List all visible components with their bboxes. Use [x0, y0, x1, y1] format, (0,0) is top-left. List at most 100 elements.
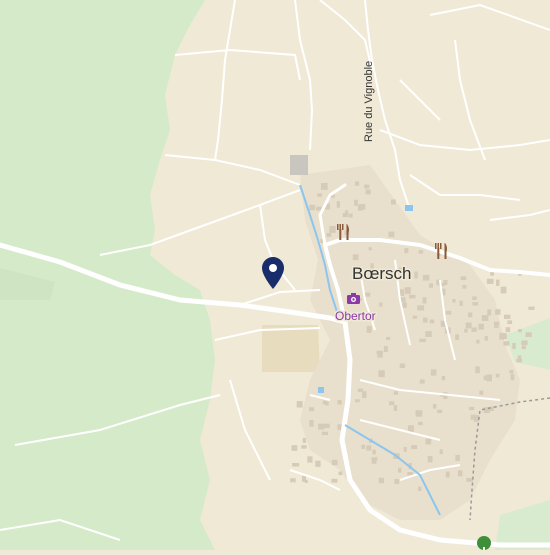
building: [465, 322, 472, 329]
building: [495, 309, 501, 315]
building: [455, 454, 460, 462]
building: [525, 332, 532, 337]
building: [403, 447, 407, 452]
building: [404, 287, 411, 294]
building: [503, 341, 510, 346]
building: [504, 314, 511, 319]
building: [362, 391, 367, 398]
building: [393, 391, 398, 395]
building: [478, 323, 484, 330]
building: [422, 297, 427, 304]
building: [372, 449, 376, 455]
building: [386, 336, 391, 340]
building: [430, 369, 437, 376]
building: [517, 329, 522, 333]
building: [321, 431, 329, 436]
building: [472, 302, 479, 306]
building: [417, 305, 425, 311]
building: [411, 445, 418, 450]
building: [366, 325, 372, 333]
building: [383, 346, 388, 352]
building: [349, 213, 353, 218]
building: [455, 334, 460, 340]
building: [479, 390, 484, 395]
building: [326, 233, 332, 237]
pond: [318, 387, 324, 393]
building: [301, 445, 307, 449]
building: [407, 425, 414, 432]
building: [352, 254, 359, 261]
building: [304, 479, 308, 483]
building: [500, 286, 507, 294]
building: [425, 331, 432, 337]
building: [469, 406, 475, 411]
building: [377, 350, 383, 358]
building: [460, 276, 467, 280]
building: [399, 363, 406, 369]
building: [425, 438, 432, 445]
building: [371, 457, 378, 461]
building: [391, 199, 396, 205]
building: [476, 339, 480, 344]
building: [419, 338, 426, 343]
building: [325, 401, 329, 406]
building: [329, 226, 336, 233]
building: [323, 423, 330, 429]
building: [472, 296, 477, 300]
building: [354, 181, 360, 186]
building: [484, 336, 488, 341]
map-canvas[interactable]: Rue du Vignoble Bœrsch Obertor: [0, 0, 550, 552]
building: [481, 315, 489, 321]
building: [318, 423, 325, 430]
building: [512, 342, 516, 349]
building: [487, 309, 492, 314]
field-patch: [262, 325, 320, 372]
building: [493, 321, 500, 325]
building: [459, 300, 463, 306]
building: [418, 250, 424, 254]
building: [475, 366, 480, 374]
building: [365, 189, 371, 195]
poi-label[interactable]: Obertor: [334, 308, 378, 325]
building: [418, 421, 423, 426]
building: [342, 213, 349, 218]
building: [366, 445, 372, 451]
building: [414, 271, 418, 279]
building: [528, 306, 535, 310]
building: [462, 285, 467, 289]
building: [505, 327, 511, 333]
building: [315, 460, 321, 467]
building: [389, 401, 395, 406]
building: [452, 299, 456, 303]
pond: [405, 205, 413, 211]
building: [437, 409, 443, 414]
building: [378, 370, 385, 378]
building: [486, 278, 494, 284]
building: [458, 470, 463, 477]
building: [309, 204, 315, 211]
building: [412, 315, 418, 319]
town-label[interactable]: Bœrsch: [351, 263, 414, 285]
building: [309, 420, 314, 427]
building: [486, 374, 492, 382]
building: [516, 358, 523, 363]
building: [521, 340, 528, 346]
building: [320, 183, 328, 190]
building: [309, 407, 315, 412]
building: [355, 399, 360, 403]
building: [338, 471, 343, 476]
building: [388, 231, 395, 238]
building: [394, 479, 400, 485]
building: [364, 184, 370, 189]
building: [441, 376, 446, 381]
building: [398, 467, 402, 473]
parking-area: [290, 155, 308, 175]
building: [495, 373, 500, 378]
building: [331, 459, 338, 466]
building: [403, 301, 407, 308]
tree-icon[interactable]: [477, 536, 491, 552]
building: [404, 248, 409, 254]
building: [292, 463, 300, 467]
building: [419, 379, 425, 384]
building: [291, 445, 298, 451]
